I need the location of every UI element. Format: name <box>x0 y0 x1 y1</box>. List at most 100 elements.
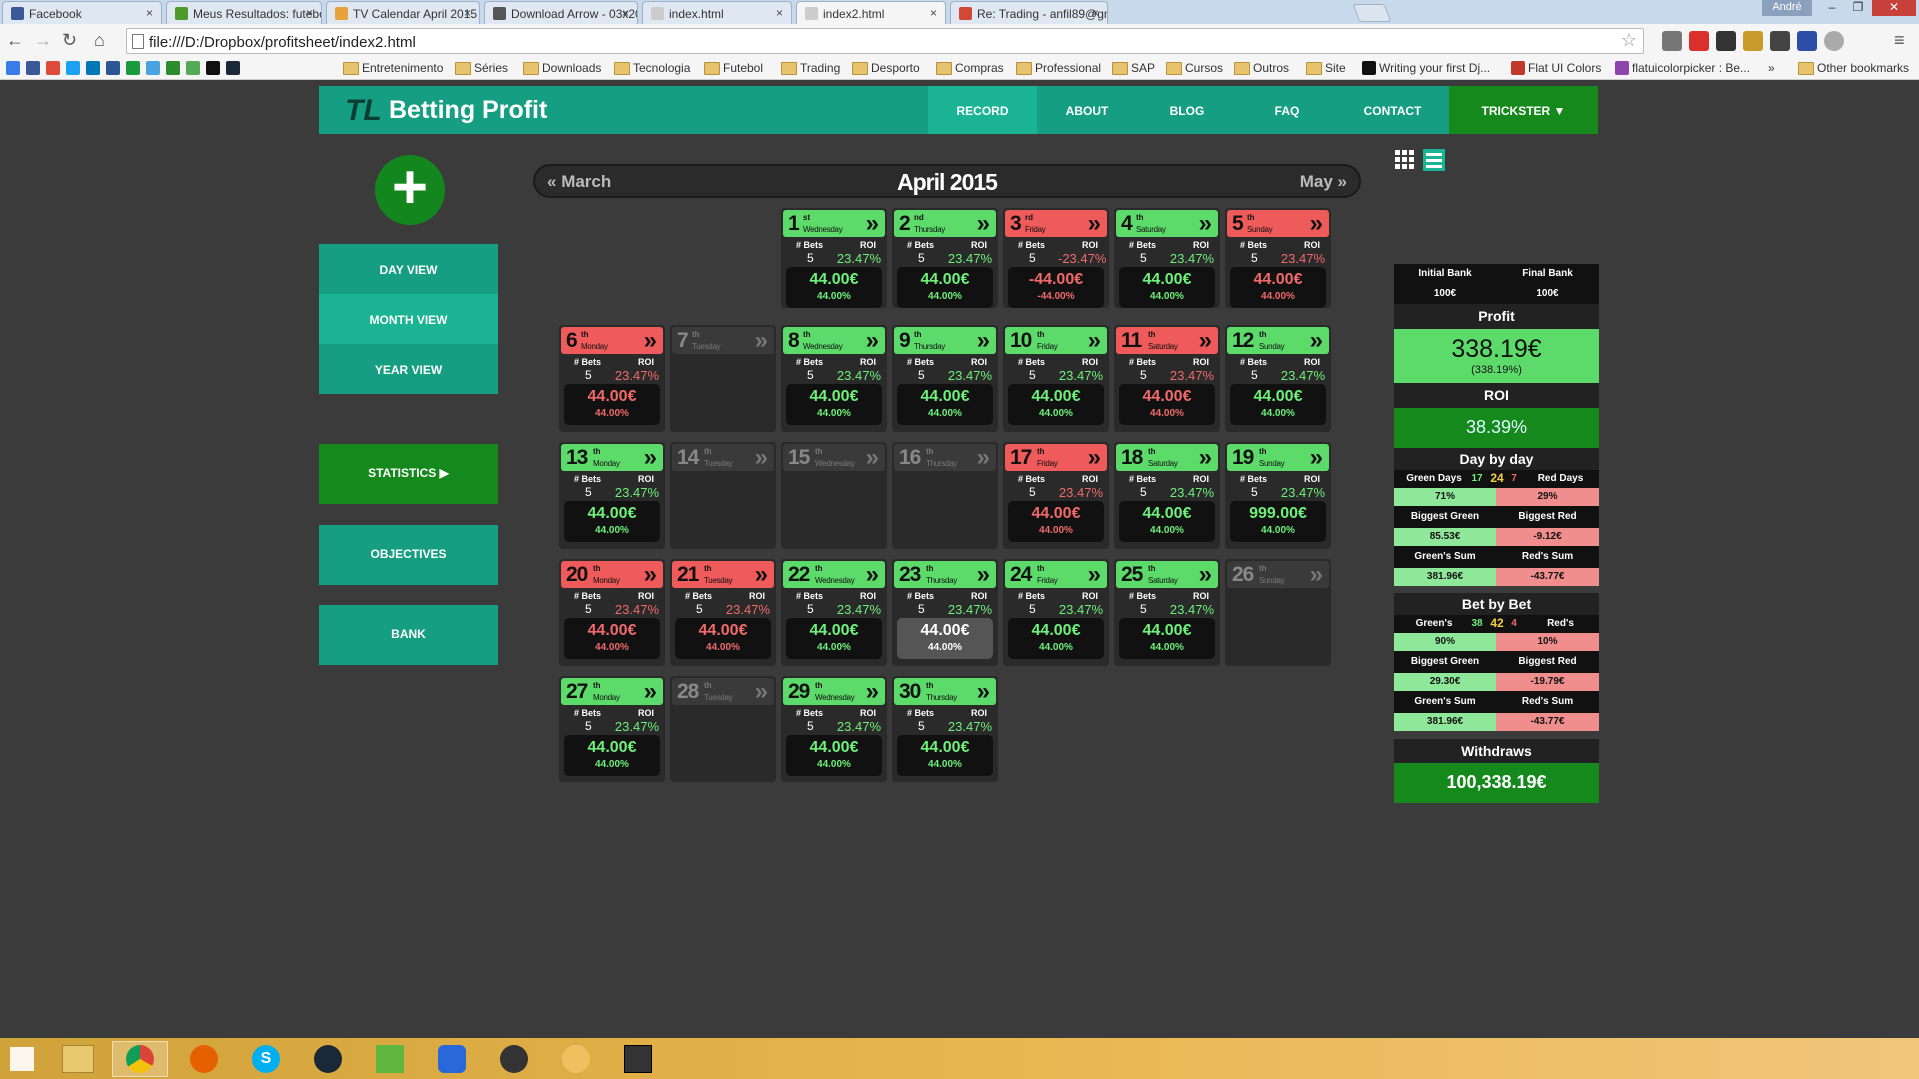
browser-tab[interactable]: index2.html × <box>796 1 946 24</box>
day-header[interactable]: 6th Monday » <box>561 327 663 354</box>
day-header[interactable]: 8th Wednesday » <box>783 327 885 354</box>
day-cell[interactable]: 18th Saturday» # Bets ROI 5 23.47% 44.00€ 44.00… <box>1114 442 1220 549</box>
bookmark-link[interactable]: Flat UI Colors <box>1509 61 1601 75</box>
minimize-icon[interactable]: – <box>1820 0 1844 16</box>
logo-icon[interactable]: TL <box>345 94 382 128</box>
day-header[interactable]: 28 th Tuesday » <box>672 678 774 705</box>
day-header[interactable]: 14 th Tuesday » <box>672 444 774 471</box>
add-record-button[interactable]: + <box>375 155 445 225</box>
day-cell[interactable]: 19 th Sunday » # Bets ROI 5 23.47% 999.00€ 44.00% <box>1225 442 1331 549</box>
explorer-icon[interactable] <box>62 1045 94 1073</box>
bookmark-folder[interactable]: Cursos <box>1166 61 1223 75</box>
tab-close-icon[interactable]: × <box>1092 6 1099 20</box>
tab-close-icon[interactable]: × <box>930 6 937 20</box>
day-header[interactable]: 9th Thursday » <box>894 327 996 354</box>
day-cell[interactable]: 6th Monday » # Bets ROI 5 23.47% 44.00€ 44.00% <box>559 325 665 432</box>
day-header[interactable]: 5th Sunday » <box>1227 210 1329 237</box>
start-icon[interactable] <box>10 1047 34 1071</box>
day-header[interactable]: 24 th Friday » <box>1005 561 1107 588</box>
day-open-icon[interactable]: » <box>977 327 990 355</box>
day-header[interactable]: 26 th Sunday » <box>1227 561 1329 588</box>
day-open-icon[interactable]: » <box>977 210 990 238</box>
day-open-icon[interactable]: » <box>1199 210 1212 238</box>
day-cell[interactable]: 7th Tuesday » <box>670 325 776 432</box>
day-cell[interactable]: 10 th Friday » # Bets ROI 5 23.47% 44.00€ 44.00% <box>1003 325 1109 432</box>
day-open-icon[interactable]: » <box>1088 444 1101 472</box>
day-header[interactable]: 16 th Thursday » <box>894 444 996 471</box>
bookmark-folder[interactable]: Entretenimento <box>343 61 443 75</box>
mail-extension-icon[interactable] <box>1797 31 1817 51</box>
logo-text[interactable]: Betting Profit <box>389 96 547 125</box>
day-cell[interactable]: 11th Saturday» # Bets ROI 5 23.47% 44.00€ 44.00… <box>1114 325 1220 432</box>
character-app-icon[interactable] <box>562 1045 590 1073</box>
day-cell[interactable]: 29th Wednesday» # Bets ROI 5 23.47% 44.00€ 44.0… <box>781 676 887 782</box>
close-window-icon[interactable]: ✕ <box>1872 0 1916 16</box>
nav-blog[interactable]: BLOG <box>1137 86 1237 134</box>
day-header[interactable]: 3rd Friday » <box>1005 210 1107 237</box>
bookmark-site-icon[interactable] <box>106 61 120 75</box>
grid-view-icon[interactable] <box>1395 148 1455 172</box>
bookmark-link[interactable]: flatuicolorpicker : Be... <box>1613 61 1750 75</box>
day-cell[interactable]: 20 th Monday » # Bets ROI 5 23.47% 44.00€ 44.00% <box>559 559 665 666</box>
browser-tab[interactable]: Facebook × <box>2 1 162 24</box>
bookmark-site-icon[interactable] <box>126 61 140 75</box>
day-cell[interactable]: 30th Thursday» # Bets ROI 5 23.47% 44.00€ 44.00… <box>892 676 998 782</box>
chrome-icon[interactable] <box>126 1045 154 1073</box>
address-bar[interactable]: file:///D:/Dropbox/profitsheet/index2.ht… <box>126 28 1644 54</box>
day-header[interactable]: 11 th Saturday » <box>1116 327 1218 354</box>
day-header[interactable]: 27 th Monday » <box>561 678 663 705</box>
day-cell[interactable]: 24 th Friday » # Bets ROI 5 23.47% 44.00€ 44.00% <box>1003 559 1109 666</box>
day-cell[interactable]: 5th Sunday» # Bets ROI 5 23.47% 44.00€ 44.00% <box>1225 208 1331 308</box>
day-header[interactable]: 4th Saturday » <box>1116 210 1218 237</box>
month-view-button[interactable]: MONTH VIEW <box>319 294 498 344</box>
gmail-icon[interactable] <box>1662 31 1682 51</box>
day-open-icon[interactable]: » <box>755 561 768 589</box>
app-dots-icon[interactable] <box>438 1045 466 1073</box>
browser-tab[interactable]: Meus Resultados: futebol × <box>166 1 322 24</box>
day-header[interactable]: 22 th Wednesday » <box>783 561 885 588</box>
day-header[interactable]: 20 th Monday » <box>561 561 663 588</box>
other-bookmarks[interactable]: Other bookmarks <box>1798 61 1909 75</box>
menu-icon[interactable]: ≡ <box>1894 30 1905 51</box>
bookmark-site-icon[interactable] <box>206 61 220 75</box>
day-open-icon[interactable]: » <box>977 444 990 472</box>
day-header[interactable]: 10 th Friday » <box>1005 327 1107 354</box>
day-open-icon[interactable]: » <box>977 678 990 706</box>
day-open-icon[interactable]: » <box>755 327 768 355</box>
day-header[interactable]: 30 th Thursday » <box>894 678 996 705</box>
day-cell[interactable]: 21 th Tuesday » # Bets ROI 5 23.47% 44.00€ 44.00% <box>670 559 776 666</box>
day-header[interactable]: 12 th Sunday » <box>1227 327 1329 354</box>
teamspeak-icon[interactable] <box>500 1045 528 1073</box>
forward-icon[interactable]: → <box>34 30 52 51</box>
day-open-icon[interactable]: » <box>866 444 879 472</box>
reload-icon[interactable]: ↻ <box>62 30 77 51</box>
bookmark-site-icon[interactable] <box>26 61 40 75</box>
day-open-icon[interactable]: » <box>1088 210 1101 238</box>
day-cell[interactable]: 26 th Sunday » <box>1225 559 1331 666</box>
day-cell[interactable]: 9th Thursday » # Bets ROI 5 23.47% 44.00€ 44.00% <box>892 325 998 432</box>
day-open-icon[interactable]: » <box>866 327 879 355</box>
day-cell[interactable]: 3rd Friday» # Bets ROI 5 -23.47% -44.00€ -44.00… <box>1003 208 1109 308</box>
statistics-button[interactable]: STATISTICS ▶ <box>319 444 498 504</box>
day-open-icon[interactable]: » <box>644 678 657 706</box>
bookmark-site-icon[interactable] <box>186 61 200 75</box>
day-open-icon[interactable]: » <box>1310 561 1323 589</box>
tab-close-icon[interactable]: × <box>464 6 471 20</box>
bookmark-folder[interactable]: SAP <box>1112 61 1155 75</box>
day-cell[interactable]: 17 th Friday » # Bets ROI 5 23.47% 44.00€ 44.00% <box>1003 442 1109 549</box>
bookmark-site-icon[interactable] <box>226 61 240 75</box>
extension-circle-icon[interactable] <box>1824 31 1844 51</box>
bookmarks-overflow[interactable]: » <box>1768 61 1775 75</box>
day-cell[interactable]: 12 th Sunday » # Bets ROI 5 23.47% 44.00€ 44.00% <box>1225 325 1331 432</box>
bookmark-site-icon[interactable] <box>86 61 100 75</box>
day-open-icon[interactable]: » <box>644 444 657 472</box>
day-header[interactable]: 17 th Friday » <box>1005 444 1107 471</box>
objectives-button[interactable]: OBJECTIVES <box>319 525 498 585</box>
day-cell[interactable]: 4th Saturday » # Bets ROI 5 23.47% 44.00€ 44.00% <box>1114 208 1220 308</box>
bookmark-folder[interactable]: Compras <box>936 61 1004 75</box>
bookmark-folder[interactable]: Site <box>1306 61 1346 75</box>
browser-tab[interactable]: TV Calendar April 2015 - × <box>326 1 480 24</box>
next-month-link[interactable]: May » <box>1300 172 1347 192</box>
day-cell[interactable]: 13 th Monday » # Bets ROI 5 23.47% 44.00€ 44.00% <box>559 442 665 549</box>
day-cell[interactable]: 22th Wednesday» # Bets ROI 5 23.47% 44.00€ 44.0… <box>781 559 887 666</box>
